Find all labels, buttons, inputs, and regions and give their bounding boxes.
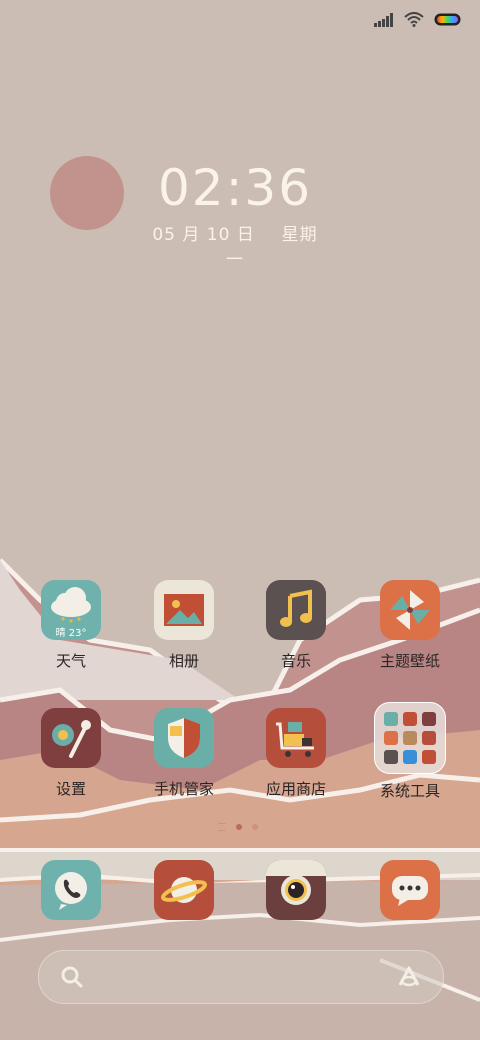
music-note-icon [266, 580, 326, 640]
phone-icon [41, 860, 101, 920]
app-store[interactable]: 应用商店 [246, 708, 346, 799]
app-label: 相册 [168, 652, 199, 670]
app-gallery[interactable]: 相册 [134, 580, 234, 671]
app-weather[interactable]: 晴 23° 天气 [21, 580, 121, 671]
gallery-icon [154, 580, 214, 640]
search-icon[interactable] [59, 964, 85, 990]
status-bar [374, 12, 462, 27]
page-dot[interactable] [252, 824, 258, 830]
app-label: 应用商店 [265, 780, 326, 798]
app-system-tools-folder[interactable]: 系统工具 [360, 702, 460, 801]
app-label: 天气 [55, 652, 86, 670]
gear-wrench-icon [41, 708, 101, 768]
assistant-a-icon[interactable] [395, 963, 423, 991]
planet-icon [154, 860, 214, 920]
page-dot-active[interactable] [236, 824, 242, 830]
dock-camera[interactable] [246, 860, 346, 920]
wallpaper-sun [50, 156, 124, 230]
page-menu-icon[interactable] [218, 823, 226, 831]
app-label: 系统工具 [379, 782, 440, 800]
folder-grid-icon [374, 702, 446, 774]
wifi-icon [404, 12, 424, 27]
page-indicator[interactable] [218, 823, 258, 831]
rainbow-battery-icon [434, 13, 461, 26]
dock-messages[interactable] [360, 860, 460, 920]
shop-cart-icon [266, 708, 326, 768]
app-themes[interactable]: 主题壁纸 [360, 580, 460, 671]
signal-bars-icon [374, 12, 393, 27]
app-label: 手机管家 [153, 780, 214, 798]
chat-bubble-icon [380, 860, 440, 920]
shield-icon [154, 708, 214, 768]
app-label: 音乐 [280, 652, 311, 670]
weather-cloud-icon: 晴 23° [41, 580, 101, 640]
camera-icon [266, 860, 326, 920]
app-label: 主题壁纸 [379, 652, 440, 670]
app-music[interactable]: 音乐 [246, 580, 346, 671]
weather-overlay-text: 晴 23° [55, 628, 87, 639]
pinwheel-icon [380, 580, 440, 640]
dock-phone[interactable] [21, 860, 121, 920]
clock-date-day: 05 月 10 日 [152, 225, 255, 245]
app-phone-manager[interactable]: 手机管家 [134, 708, 234, 799]
clock-widget[interactable]: 02:36 05 月 10 日 星期一 [150, 158, 320, 270]
clock-time: 02:36 [157, 159, 313, 217]
app-label: 设置 [55, 780, 86, 798]
app-settings[interactable]: 设置 [21, 708, 121, 799]
dock-browser[interactable] [134, 860, 234, 920]
clock-date: 05 月 10 日 星期一 [150, 220, 320, 270]
search-bar[interactable] [38, 950, 444, 1004]
